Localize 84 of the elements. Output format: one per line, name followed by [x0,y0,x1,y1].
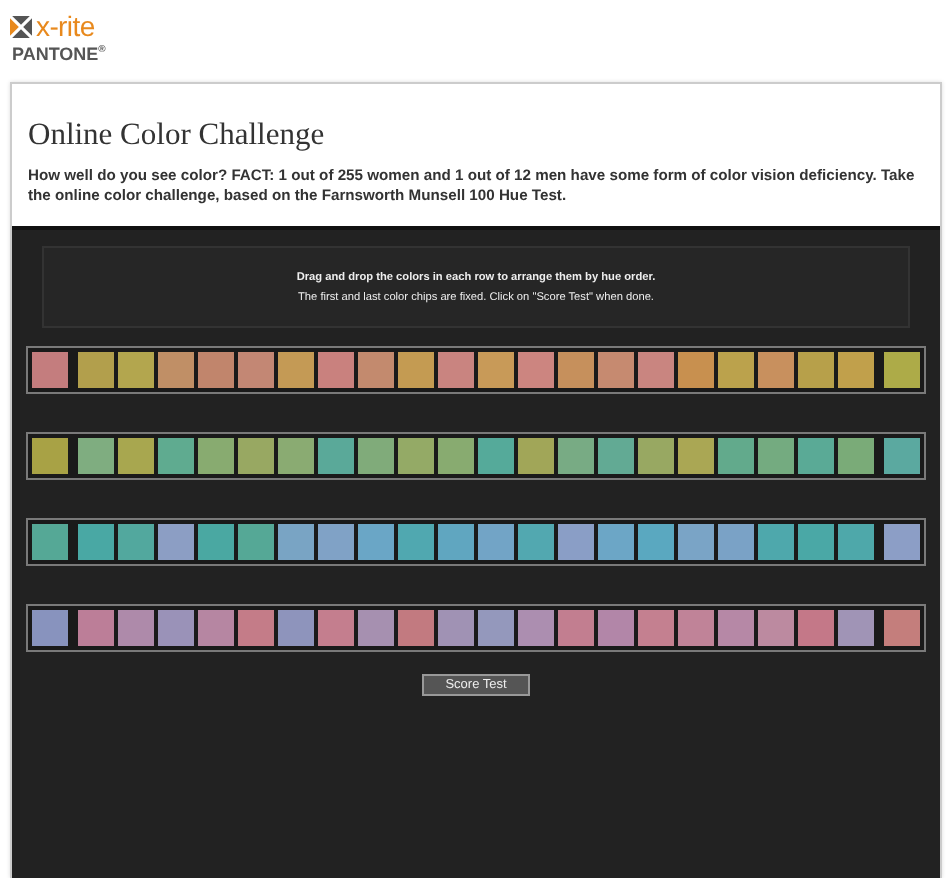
color-chip[interactable] [396,608,436,648]
color-chip[interactable] [756,608,796,648]
color-chip[interactable] [396,436,436,476]
color-chip[interactable] [356,608,396,648]
color-chip[interactable] [756,350,796,390]
color-chip[interactable] [476,522,516,562]
color-chip[interactable] [796,436,836,476]
color-chip[interactable] [196,350,236,390]
color-chip[interactable] [236,608,276,648]
color-chip[interactable] [676,350,716,390]
color-chip[interactable] [836,350,876,390]
color-chip[interactable] [196,436,236,476]
color-chip[interactable] [556,522,596,562]
color-chip[interactable] [596,350,636,390]
color-chip[interactable] [756,522,796,562]
color-chip[interactable] [476,608,516,648]
color-chip[interactable] [836,436,876,476]
color-chip[interactable] [796,350,836,390]
color-chip[interactable] [396,522,436,562]
color-chip[interactable] [196,608,236,648]
color-chip[interactable] [316,350,356,390]
color-chip[interactable] [356,350,396,390]
color-chip[interactable] [156,608,196,648]
color-chip[interactable] [436,608,476,648]
color-chip[interactable] [796,522,836,562]
color-chip[interactable] [436,522,476,562]
color-chip[interactable] [156,436,196,476]
page-title: Online Color Challenge [28,118,327,154]
color-chip[interactable] [716,522,756,562]
color-chip[interactable] [516,608,556,648]
color-chip[interactable] [476,350,516,390]
logo-icon [10,15,32,37]
logo-text: x-rite [36,12,95,40]
color-chip[interactable] [836,608,876,648]
color-chip[interactable] [236,350,276,390]
color-chip[interactable] [716,608,756,648]
color-chip[interactable] [116,436,156,476]
color-chip[interactable] [436,436,476,476]
color-chip[interactable] [356,436,396,476]
color-chip[interactable] [556,608,596,648]
color-chip[interactable] [276,350,316,390]
color-chip[interactable] [516,436,556,476]
color-chip[interactable] [276,436,316,476]
color-chip[interactable] [76,522,116,562]
color-chip[interactable] [196,522,236,562]
color-chip[interactable] [76,436,116,476]
color-chip[interactable] [156,350,196,390]
color-chip[interactable] [76,350,116,390]
color-chip[interactable] [716,436,756,476]
color-chip[interactable] [76,608,116,648]
color-chip[interactable] [316,522,356,562]
color-chip[interactable] [116,608,156,648]
color-chip[interactable] [516,522,556,562]
color-chip[interactable] [356,522,396,562]
color-chip[interactable] [756,436,796,476]
color-chip[interactable] [556,350,596,390]
color-chip[interactable] [316,608,356,648]
color-chip[interactable] [836,522,876,562]
color-chip[interactable] [276,608,316,648]
color-chip[interactable] [636,350,676,390]
color-chip[interactable] [436,350,476,390]
color-chip[interactable] [716,350,756,390]
color-chip[interactable] [316,436,356,476]
color-chip[interactable] [636,522,676,562]
color-chip[interactable] [116,350,156,390]
color-chip[interactable] [116,522,156,562]
color-chip[interactable] [596,436,636,476]
color-chip[interactable] [556,436,596,476]
color-chip[interactable] [476,436,516,476]
color-chip[interactable] [676,436,716,476]
color-chip[interactable] [516,350,556,390]
color-chip[interactable] [596,522,636,562]
color-chip[interactable] [236,522,276,562]
color-chip[interactable] [676,522,716,562]
color-chip[interactable] [396,350,436,390]
color-chip[interactable] [636,608,676,648]
color-chip[interactable] [236,436,276,476]
color-chip[interactable] [156,522,196,562]
color-chip[interactable] [676,608,716,648]
color-chip[interactable] [796,608,836,648]
color-chip[interactable] [636,436,676,476]
sub-brand: PANTONE$^{®}$ [12,44,108,64]
color-chip[interactable] [596,608,636,648]
color-chip[interactable] [276,522,316,562]
